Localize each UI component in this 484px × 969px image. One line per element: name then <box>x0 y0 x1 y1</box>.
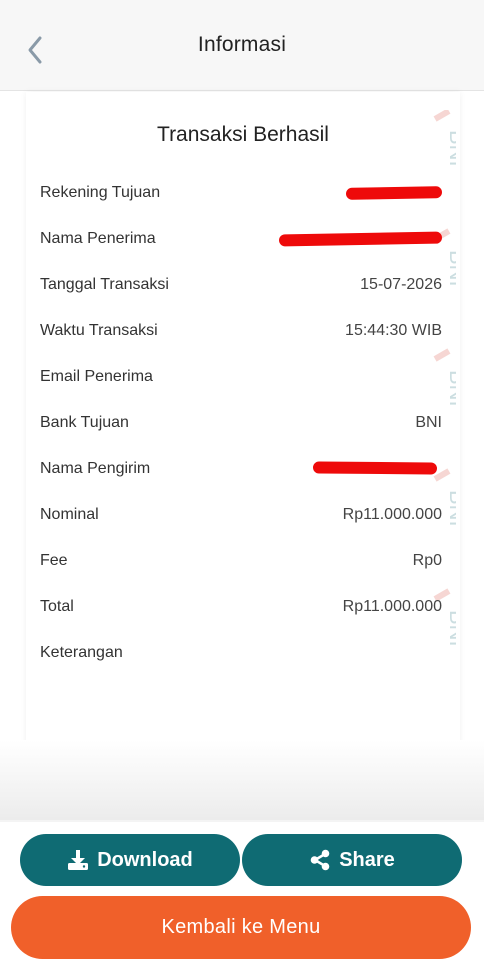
svg-text:BNI: BNI <box>445 370 456 407</box>
row-value: 15-07-2026 <box>360 276 442 293</box>
row-label: Rekening Tujuan <box>40 184 161 201</box>
row-value: 15:44:30 WIB <box>345 322 442 339</box>
row-value: Rp11.000.000 <box>342 598 442 615</box>
receipt-title: Transaksi Berhasil <box>157 123 329 146</box>
download-label: Download <box>97 848 193 871</box>
row-label: Total <box>40 598 74 615</box>
row-label: Bank Tujuan <box>40 414 129 431</box>
row-label: Email Penerima <box>40 368 153 385</box>
row-label: Nama Pengirim <box>40 460 151 477</box>
back-to-menu-button[interactable]: Kembali ke Menu <box>11 896 471 959</box>
row-label: Keterangan <box>40 644 123 661</box>
row-nominal: Nominal Rp11.000.000 <box>40 506 442 530</box>
svg-text:BNI: BNI <box>445 490 456 527</box>
row-fee: Fee Rp0 <box>40 552 442 576</box>
row-value: Rp0 <box>412 552 442 569</box>
download-icon <box>67 849 89 871</box>
row-waktu-transaksi: Waktu Transaksi 15:44:30 WIB <box>40 322 442 346</box>
row-keterangan: Keterangan <box>40 644 442 668</box>
row-label: Waktu Transaksi <box>40 322 158 339</box>
row-value: BNI <box>415 414 442 431</box>
page-title: Informasi <box>197 33 287 56</box>
share-button[interactable]: Share <box>242 834 462 886</box>
share-icon <box>309 849 331 871</box>
row-bank-tujuan: Bank Tujuan BNI <box>40 414 442 438</box>
row-label: Tanggal Transaksi <box>40 276 169 293</box>
row-email-penerima: Email Penerima <box>40 368 442 392</box>
svg-text:BNI: BNI <box>445 610 456 647</box>
download-button[interactable]: Download <box>20 834 240 886</box>
row-total: Total Rp11.000.000 <box>40 598 442 622</box>
redaction-mark <box>312 461 438 475</box>
svg-text:BNI: BNI <box>445 250 456 287</box>
row-value: Rp11.000.000 <box>342 506 442 523</box>
row-label: Nominal <box>40 506 99 523</box>
row-label: Fee <box>40 552 68 569</box>
row-label: Nama Penerima <box>40 230 156 247</box>
share-label: Share <box>339 848 395 871</box>
app-header: Informasi <box>0 0 484 91</box>
card-fade <box>0 740 484 820</box>
redaction-mark <box>345 186 443 200</box>
row-tanggal-transaksi: Tanggal Transaksi 15-07-2026 <box>40 276 442 300</box>
